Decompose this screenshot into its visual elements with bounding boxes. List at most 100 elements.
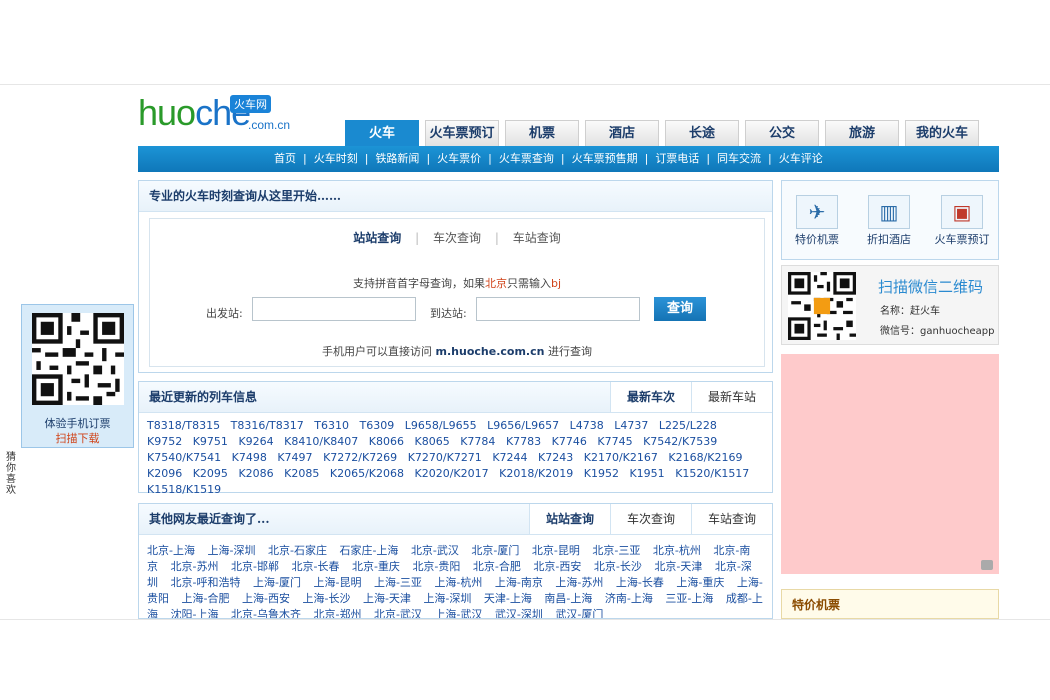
nav-item[interactable]: 订票电话 — [655, 152, 699, 165]
nav-item[interactable]: 火车时刻 — [314, 152, 358, 165]
route-link[interactable]: 上海-厦门 — [253, 576, 301, 589]
train-link[interactable]: K7243 — [538, 451, 573, 464]
route-link[interactable]: 北京-长春 — [291, 560, 339, 573]
train-link[interactable]: T6309 — [360, 419, 395, 432]
train-link[interactable]: K1518/K1519 — [147, 483, 221, 496]
train-link[interactable]: L4738 — [570, 419, 604, 432]
nav-item[interactable]: 火车票查询 — [499, 152, 554, 165]
route-link[interactable]: 北京-西安 — [533, 560, 581, 573]
route-link[interactable]: 上海-苏州 — [555, 576, 603, 589]
train-link[interactable]: L4737 — [614, 419, 648, 432]
ad-banner[interactable] — [781, 354, 999, 574]
tab-popular-station[interactable]: 站站查询 — [529, 504, 610, 534]
tab-station-to-station[interactable]: 站站查询 — [353, 231, 401, 245]
nav-item[interactable]: 同车交流 — [717, 152, 761, 165]
train-link[interactable]: K8065 — [415, 435, 450, 448]
nav-item[interactable]: 首页 — [274, 152, 296, 165]
train-link[interactable]: T8318/T8315 — [147, 419, 220, 432]
route-link[interactable]: 天津-上海 — [484, 592, 532, 605]
tab-flights[interactable]: 机票 — [505, 120, 579, 146]
route-link[interactable]: 上海-天津 — [363, 592, 411, 605]
route-link[interactable]: 武汉-厦门 — [555, 608, 603, 618]
route-link[interactable]: 北京-三亚 — [592, 544, 640, 557]
tab-my-train[interactable]: 我的火车 — [905, 120, 979, 146]
train-link[interactable]: K7498 — [232, 451, 267, 464]
route-link[interactable]: 北京-苏州 — [171, 560, 219, 573]
tab-station-query[interactable]: 车站查询 — [513, 231, 561, 245]
discount-hotel-link[interactable]: ▥ 折扣酒店 — [860, 195, 918, 247]
route-link[interactable]: 北京-呼和浩特 — [171, 576, 241, 589]
tab-hotels[interactable]: 酒店 — [585, 120, 659, 146]
train-link[interactable]: K2086 — [238, 467, 273, 480]
route-link[interactable]: 北京-郑州 — [313, 608, 361, 618]
train-link[interactable]: T6310 — [314, 419, 349, 432]
train-link[interactable]: K2095 — [193, 467, 228, 480]
train-link[interactable]: K2020/K2017 — [415, 467, 489, 480]
train-link[interactable]: K2168/K2169 — [668, 451, 742, 464]
train-link[interactable]: K7542/K7539 — [643, 435, 717, 448]
route-link[interactable]: 上海-南京 — [495, 576, 543, 589]
route-link[interactable]: 北京-上海 — [147, 544, 195, 557]
route-link[interactable]: 上海-深圳 — [423, 592, 471, 605]
route-link[interactable]: 北京-厦门 — [471, 544, 519, 557]
cheap-flights-link[interactable]: ✈ 特价机票 — [788, 195, 846, 247]
train-link[interactable]: K9751 — [193, 435, 228, 448]
route-link[interactable]: 上海-武汉 — [434, 608, 482, 618]
tab-travel[interactable]: 旅游 — [825, 120, 899, 146]
route-link[interactable]: 上海-重庆 — [676, 576, 724, 589]
train-link[interactable]: K7270/K7271 — [408, 451, 482, 464]
train-link[interactable]: K1520/K1517 — [675, 467, 749, 480]
route-link[interactable]: 上海-深圳 — [207, 544, 255, 557]
train-link[interactable]: K7244 — [492, 451, 527, 464]
train-link[interactable]: K7497 — [277, 451, 312, 464]
search-button[interactable]: 查询 — [654, 297, 706, 321]
route-link[interactable]: 沈阳-上海 — [171, 608, 219, 618]
nav-item[interactable]: 火车评论 — [779, 152, 823, 165]
tab-train-number[interactable]: 车次查询 — [433, 231, 481, 245]
nav-item[interactable]: 火车票价 — [437, 152, 481, 165]
train-link[interactable]: L225/L228 — [659, 419, 717, 432]
train-link[interactable]: K7272/K7269 — [323, 451, 397, 464]
route-link[interactable]: 上海-西安 — [242, 592, 290, 605]
train-link[interactable]: K9752 — [147, 435, 182, 448]
route-link[interactable]: 北京-武汉 — [411, 544, 459, 557]
route-link[interactable]: 北京-杭州 — [653, 544, 701, 557]
train-link[interactable]: K7746 — [552, 435, 587, 448]
route-link[interactable]: 北京-天津 — [654, 560, 702, 573]
route-link[interactable]: 北京-长沙 — [594, 560, 642, 573]
site-logo[interactable]: huoche 火车网 .com.cn — [138, 92, 308, 138]
train-link[interactable]: K2096 — [147, 467, 182, 480]
train-link[interactable]: K8066 — [369, 435, 404, 448]
tab-popular-train[interactable]: 车次查询 — [610, 504, 691, 534]
route-link[interactable]: 北京-贵阳 — [412, 560, 460, 573]
train-link[interactable]: K2085 — [284, 467, 319, 480]
route-link[interactable]: 北京-合肥 — [473, 560, 521, 573]
train-link[interactable]: K2018/K2019 — [499, 467, 573, 480]
tab-latest-trains[interactable]: 最新车次 — [610, 382, 691, 412]
route-link[interactable]: 上海-长春 — [616, 576, 664, 589]
route-link[interactable]: 北京-乌鲁木齐 — [231, 608, 301, 618]
route-link[interactable]: 北京-石家庄 — [268, 544, 327, 557]
route-link[interactable]: 北京-武汉 — [374, 608, 422, 618]
train-link[interactable]: K8410/K8407 — [284, 435, 358, 448]
train-link[interactable]: K7784 — [460, 435, 495, 448]
tab-bus[interactable]: 公交 — [745, 120, 819, 146]
route-link[interactable]: 北京-重庆 — [352, 560, 400, 573]
tab-train[interactable]: 火车 — [345, 120, 419, 146]
train-link[interactable]: L9658/L9655 — [405, 419, 477, 432]
floating-app-qr[interactable]: 体验手机订票 扫描下载 — [21, 304, 134, 448]
tab-popular-stop[interactable]: 车站查询 — [691, 504, 772, 534]
route-link[interactable]: 上海-合肥 — [182, 592, 230, 605]
route-link[interactable]: 上海-三亚 — [374, 576, 422, 589]
tab-coach[interactable]: 长途 — [665, 120, 739, 146]
tab-latest-stations[interactable]: 最新车站 — [691, 382, 772, 412]
nav-item[interactable]: 铁路新闻 — [375, 152, 419, 165]
route-link[interactable]: 三亚-上海 — [665, 592, 713, 605]
route-link[interactable]: 南昌-上海 — [544, 592, 592, 605]
train-link[interactable]: K7540/K7541 — [147, 451, 221, 464]
route-link[interactable]: 北京-邯郸 — [231, 560, 279, 573]
to-station-input[interactable] — [476, 297, 640, 321]
train-link[interactable]: K2170/K2167 — [584, 451, 658, 464]
from-station-input[interactable] — [252, 297, 416, 321]
train-link[interactable]: K1952 — [584, 467, 619, 480]
